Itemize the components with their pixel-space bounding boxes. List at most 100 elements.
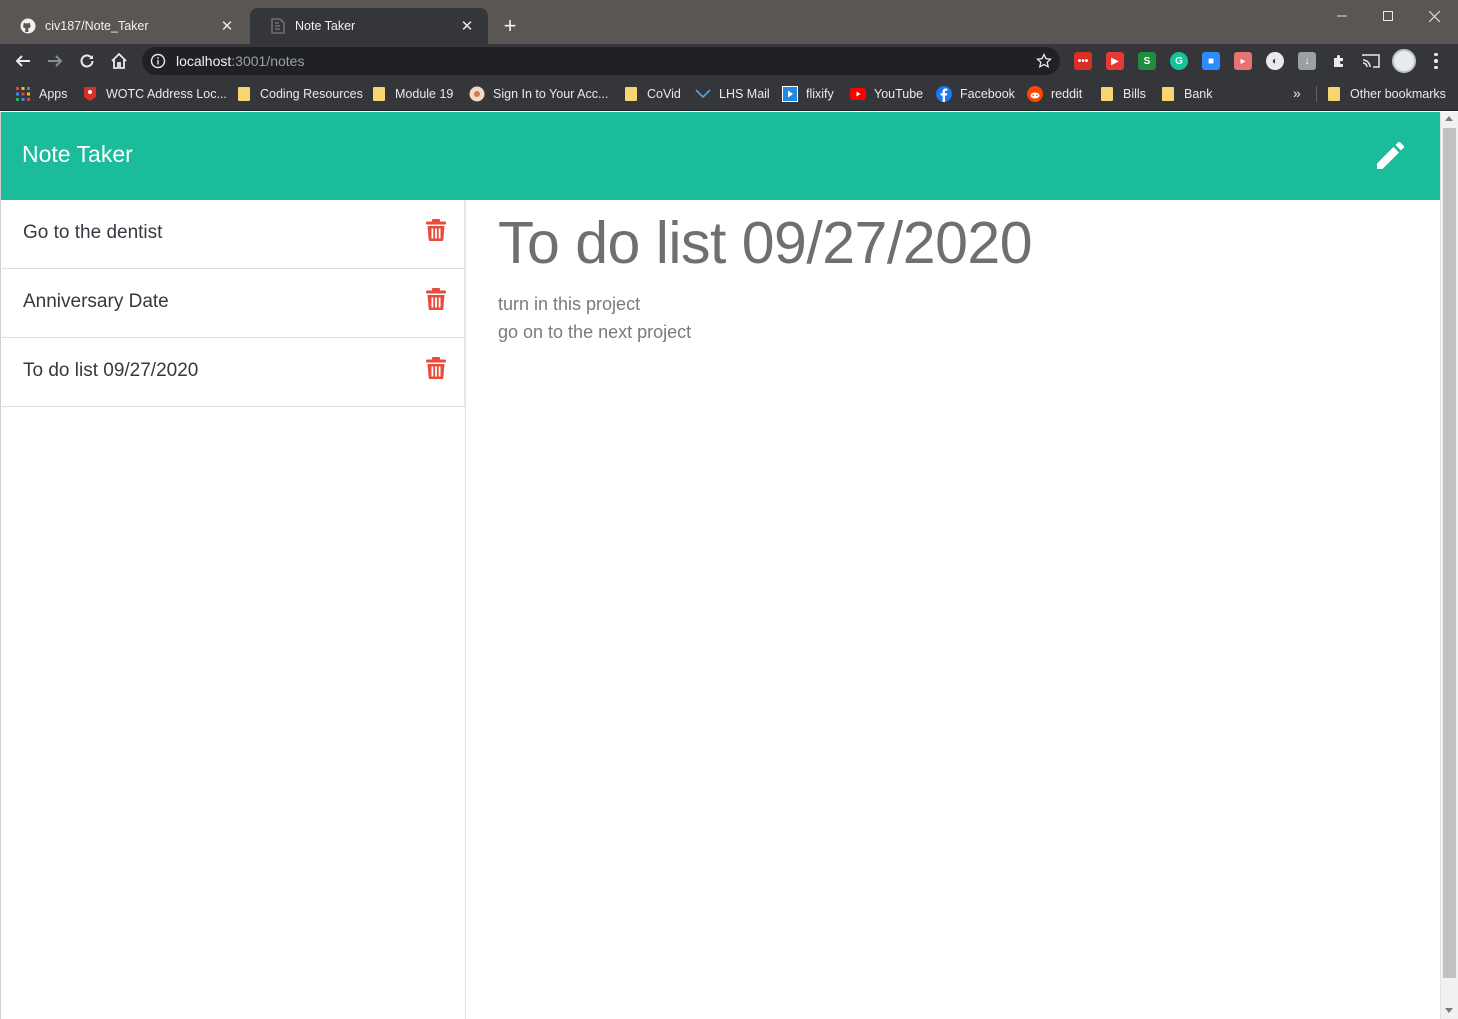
folder-icon [236, 86, 252, 102]
bookmark-label: CoVid [647, 87, 681, 101]
bookmark-star-icon[interactable] [1035, 52, 1053, 69]
account-icon [469, 86, 485, 102]
youtube-icon [850, 86, 866, 102]
bookmark-label: Facebook [960, 87, 1015, 101]
bookmark-module-19[interactable]: Module 19 [371, 85, 453, 103]
scroll-thumb[interactable] [1443, 128, 1456, 978]
folder-icon [623, 86, 639, 102]
close-tab-icon[interactable]: ✕ [458, 17, 476, 35]
cast-icon[interactable] [1362, 52, 1380, 70]
list-item[interactable]: Go to the dentist [2, 200, 465, 269]
maximize-icon[interactable] [1365, 0, 1411, 32]
new-tab-icon[interactable]: + [498, 14, 522, 38]
bookmark-label: flixify [806, 87, 834, 101]
facebook-icon [936, 86, 952, 102]
trash-icon[interactable] [426, 219, 446, 241]
url-path: :3001/notes [231, 53, 305, 69]
map-pin-icon [82, 86, 98, 102]
s-extension-icon[interactable]: S [1138, 52, 1156, 70]
bookmark-label: YouTube [874, 87, 924, 101]
bookmark-lhs-mail[interactable]: LHS Mail [695, 85, 770, 103]
github-icon [20, 18, 36, 34]
trash-icon[interactable] [426, 288, 446, 310]
bookmarks-bar: Apps WOTC Address Loc... Coding Resource… [0, 78, 1458, 111]
play-icon [782, 86, 798, 102]
grammarly-extension-icon[interactable]: G [1170, 52, 1188, 70]
browser-menu-icon[interactable] [1426, 51, 1446, 71]
bookmark-other[interactable]: Other bookmarks [1326, 85, 1446, 103]
bookmark-bank[interactable]: Bank [1160, 85, 1213, 103]
bookmark-label: WOTC Address Loc... [106, 87, 227, 101]
trash-icon[interactable] [426, 357, 446, 379]
download-extension-icon[interactable]: ↓ [1298, 52, 1316, 70]
tab-github[interactable]: civ187/Note_Taker ✕ [0, 8, 248, 44]
bookmark-label: Module 19 [395, 87, 454, 101]
note-title-input[interactable]: To do list 09/27/2020 [498, 208, 1418, 278]
tab-note-taker[interactable]: Note Taker ✕ [250, 8, 488, 44]
address-bar[interactable]: localhost:3001/notes [142, 47, 1060, 75]
reddit-icon [1027, 86, 1043, 102]
bookmark-sign-in[interactable]: Sign In to Your Acc... [469, 85, 608, 103]
back-arrow-icon[interactable] [9, 47, 37, 75]
bookmark-label: Coding Resources [260, 87, 363, 101]
bookmark-facebook[interactable]: Facebook [936, 85, 1015, 103]
note-taker-page: Note Taker Go to the dentist Anniversary… [0, 112, 1441, 1019]
puzzle-extensions-icon[interactable] [1330, 52, 1348, 70]
forward-arrow-icon[interactable] [41, 47, 69, 75]
list-item[interactable]: Anniversary Date [2, 269, 465, 338]
bookmark-flixify[interactable]: flixify [782, 85, 834, 103]
note-list: Go to the dentist Anniversary Date To do… [2, 200, 466, 1019]
bookmark-bills[interactable]: Bills [1099, 85, 1146, 103]
browser-toolbar: localhost:3001/notes ••• ▶ S G ■ ▸ ◐ ↓ [0, 44, 1458, 78]
bookmark-label: reddit [1051, 87, 1083, 101]
zoom-extension-icon[interactable]: ■ [1202, 52, 1220, 70]
bookmark-reddit[interactable]: reddit [1027, 85, 1082, 103]
scroll-down-arrow-icon[interactable] [1445, 1008, 1453, 1013]
tab-title: civ187/Note_Taker [45, 19, 149, 33]
home-icon[interactable] [105, 47, 133, 75]
tab-title: Note Taker [295, 19, 356, 33]
note-editor: To do list 09/27/2020 turn in this proje… [498, 208, 1418, 346]
bookmark-label: Other bookmarks [1350, 87, 1446, 101]
minimize-icon[interactable] [1319, 0, 1365, 32]
page-icon [270, 18, 286, 34]
apps-grid-icon [15, 86, 31, 102]
bookmark-label: LHS Mail [719, 87, 770, 101]
close-window-icon[interactable] [1411, 0, 1457, 32]
folder-icon [1160, 86, 1176, 102]
note-list-title: Anniversary Date [23, 291, 169, 312]
bookmarks-overflow-chevron[interactable]: » [1293, 85, 1301, 101]
folder-icon [371, 86, 387, 102]
circle-extension-icon[interactable]: ◐ [1266, 52, 1284, 70]
folder-icon [1099, 86, 1115, 102]
site-info-icon[interactable] [150, 53, 166, 69]
screen-recorder-extension-icon[interactable]: ▸ [1234, 52, 1252, 70]
lastpass-extension-icon[interactable]: ••• [1074, 52, 1092, 70]
bookmark-label: Sign In to Your Acc... [493, 87, 609, 101]
bookmark-coding-resources[interactable]: Coding Resources [236, 85, 363, 103]
bookmark-covid[interactable]: CoVid [623, 85, 681, 103]
video-extension-icon[interactable]: ▶ [1106, 52, 1124, 70]
close-tab-icon[interactable]: ✕ [218, 17, 236, 35]
note-text-area[interactable]: turn in this project go on to the next p… [498, 290, 1418, 346]
list-item[interactable]: To do list 09/27/2020 [2, 338, 465, 407]
mail-icon [695, 86, 711, 102]
bookmark-youtube[interactable]: YouTube [850, 85, 923, 103]
bookmark-wotc[interactable]: WOTC Address Loc... [82, 85, 227, 103]
profile-avatar[interactable] [1392, 49, 1416, 73]
bookmark-label: Bank [1184, 87, 1213, 101]
browser-tab-strip: civ187/Note_Taker ✕ Note Taker ✕ + [0, 0, 1458, 44]
url-host: localhost [176, 53, 232, 69]
reload-icon[interactable] [73, 47, 101, 75]
pencil-icon[interactable] [1373, 137, 1409, 173]
bookmarks-divider [1316, 86, 1317, 102]
note-list-title: Go to the dentist [23, 222, 163, 243]
bookmark-apps[interactable]: Apps [15, 85, 68, 103]
app-brand[interactable]: Note Taker [22, 141, 133, 168]
folder-icon [1326, 86, 1342, 102]
page-scrollbar[interactable] [1440, 112, 1458, 1019]
note-list-title: To do list 09/27/2020 [23, 360, 199, 381]
app-navbar: Note Taker [1, 112, 1441, 200]
bookmark-label: Bills [1123, 87, 1146, 101]
scroll-up-arrow-icon[interactable] [1445, 116, 1453, 121]
